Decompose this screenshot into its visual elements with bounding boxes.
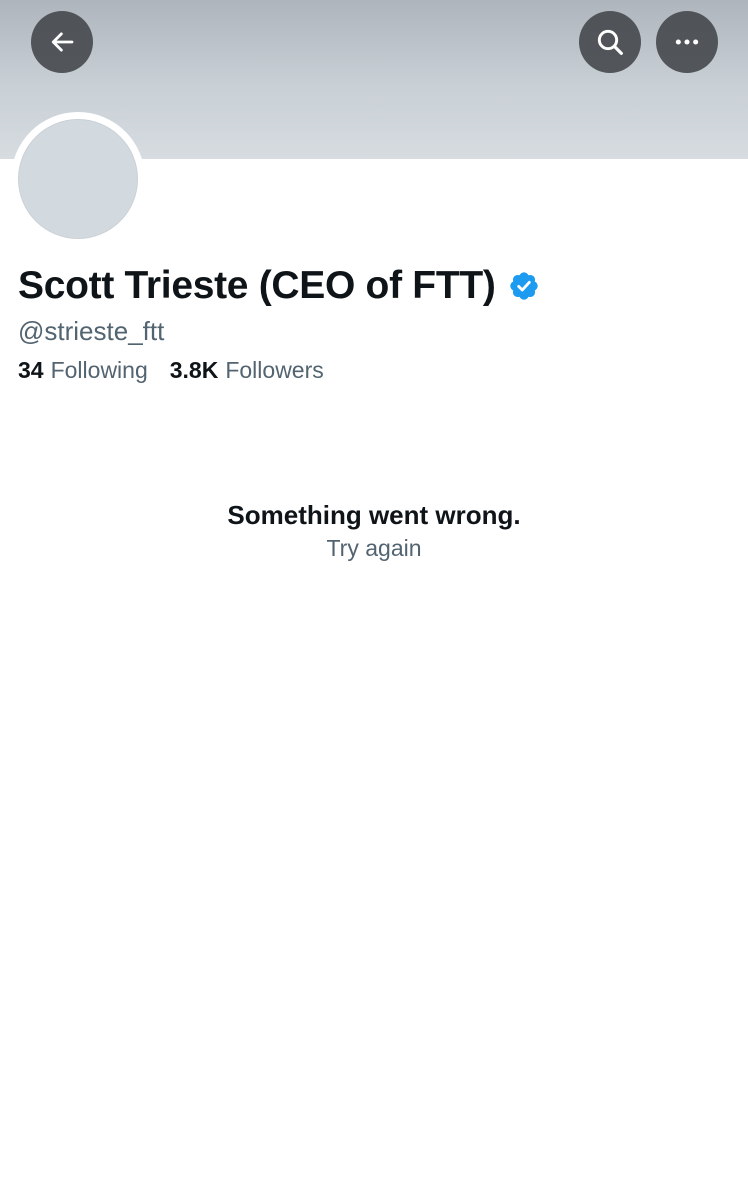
- more-button[interactable]: [656, 11, 718, 73]
- followers-link[interactable]: 3.8K Followers: [170, 357, 324, 384]
- retry-row: Try again: [0, 535, 748, 562]
- search-button[interactable]: [579, 11, 641, 73]
- error-message: Something went wrong.: [227, 500, 521, 530]
- search-icon: [597, 29, 623, 55]
- following-count: 34: [18, 357, 44, 383]
- more-horizontal-icon: [675, 39, 699, 45]
- profile-stats: 34 Following 3.8K Followers: [18, 357, 324, 384]
- try-again-button[interactable]: Try again: [326, 535, 421, 561]
- followers-count: 3.8K: [169, 357, 219, 383]
- avatar[interactable]: [18, 119, 138, 239]
- display-name: Scott Trieste (CEO of FTT): [18, 264, 496, 307]
- following-label: Following: [50, 357, 148, 383]
- profile-name-row: Scott Trieste (CEO of FTT): [18, 262, 540, 310]
- back-button[interactable]: [31, 11, 93, 73]
- verified-badge-icon[interactable]: [508, 270, 540, 302]
- followers-label: Followers: [225, 357, 324, 383]
- following-link[interactable]: 34 Following: [18, 357, 148, 384]
- profile-handle: @strieste_ftt: [18, 316, 165, 346]
- arrow-left-icon: [51, 32, 74, 52]
